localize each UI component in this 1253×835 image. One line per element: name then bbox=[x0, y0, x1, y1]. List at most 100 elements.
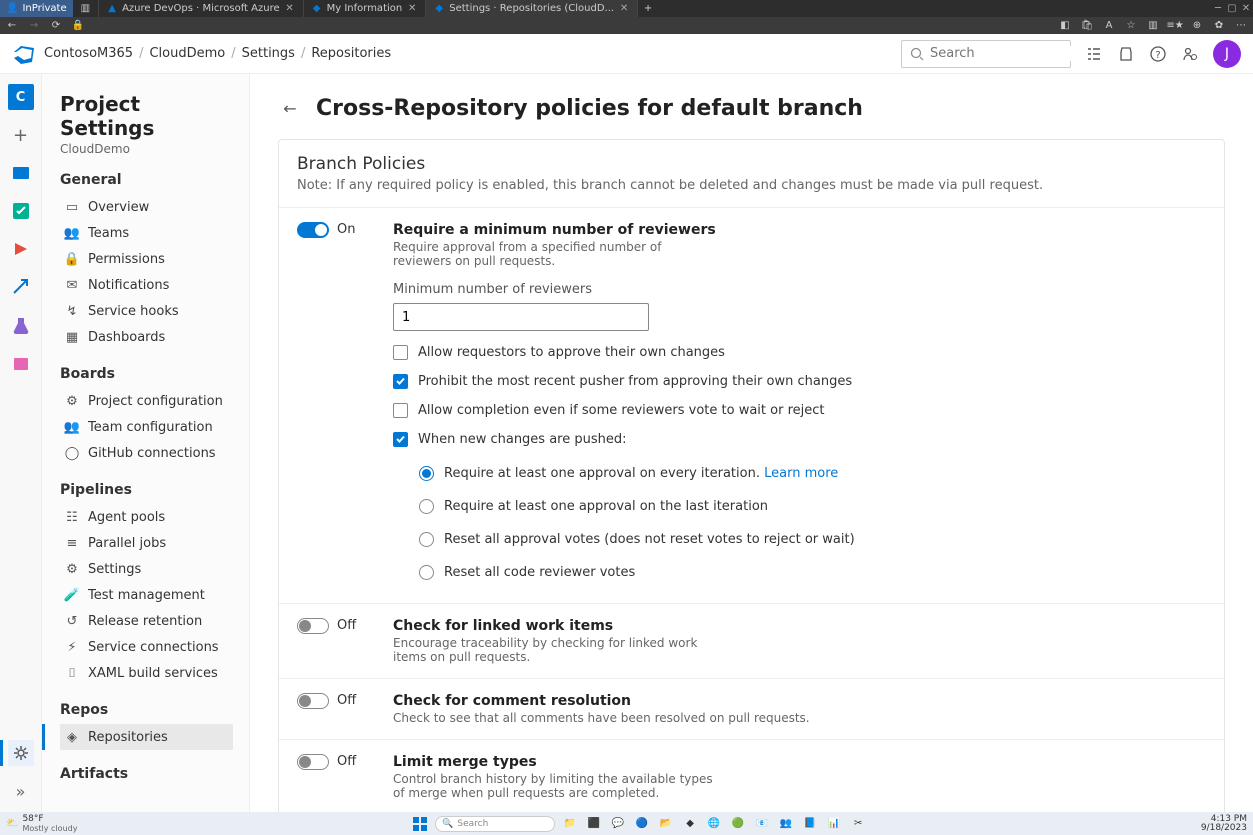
task-icon[interactable]: ✂ bbox=[849, 815, 867, 833]
expand-icon[interactable]: » bbox=[8, 778, 34, 804]
start-button[interactable] bbox=[411, 815, 429, 833]
text-size-icon[interactable]: A bbox=[1103, 20, 1115, 32]
sidebar-item-github[interactable]: ◯GitHub connections bbox=[60, 440, 233, 466]
task-icon[interactable]: ⬛ bbox=[585, 815, 603, 833]
browser-tab-2[interactable]: ◆ My Information ✕ bbox=[304, 0, 427, 17]
devops-logo-icon[interactable] bbox=[12, 42, 36, 66]
pipelines-icon[interactable] bbox=[8, 274, 34, 300]
browser-tab-3[interactable]: ◆ Settings · Repositories (CloudD... ✕ bbox=[426, 0, 638, 17]
radio-reset-all[interactable]: Reset all code reviewer votes bbox=[419, 556, 1206, 589]
task-icon[interactable]: ◆ bbox=[681, 815, 699, 833]
cart-icon[interactable]: 🛍 bbox=[1081, 20, 1093, 32]
breadcrumb-settings[interactable]: Settings bbox=[242, 46, 295, 61]
extension-icon[interactable]: ✿ bbox=[1213, 20, 1225, 32]
minimize-button[interactable]: ─ bbox=[1211, 0, 1225, 17]
radio-last-iteration[interactable]: Require at least one approval on the las… bbox=[419, 490, 1206, 523]
sidebar-item-teams[interactable]: 👥Teams bbox=[60, 220, 233, 246]
tabs-button[interactable]: ▥ bbox=[73, 0, 99, 17]
toggle-linked-items[interactable] bbox=[297, 618, 329, 634]
sidebar-item-team-config[interactable]: 👥Team configuration bbox=[60, 414, 233, 440]
sidebar-item-overview[interactable]: ▭Overview bbox=[60, 194, 233, 220]
overview-icon[interactable] bbox=[8, 160, 34, 186]
back-button[interactable]: ← bbox=[278, 97, 302, 121]
maximize-button[interactable]: ▢ bbox=[1225, 0, 1239, 17]
marketplace-icon[interactable] bbox=[1117, 45, 1135, 63]
star-icon[interactable]: ☆ bbox=[1125, 20, 1137, 32]
sidebar-item-parallel-jobs[interactable]: ≡Parallel jobs bbox=[60, 530, 233, 556]
settings-title: Project Settings bbox=[60, 92, 233, 140]
task-icon[interactable]: 📁 bbox=[561, 815, 579, 833]
task-icon[interactable]: 👥 bbox=[777, 815, 795, 833]
search-box[interactable] bbox=[901, 40, 1071, 68]
task-icon[interactable]: 📂 bbox=[657, 815, 675, 833]
breadcrumb-repos[interactable]: Repositories bbox=[311, 46, 391, 61]
check-allow-requestors[interactable]: Allow requestors to approve their own ch… bbox=[393, 345, 1206, 360]
sidebar-item-repositories[interactable]: ◈Repositories bbox=[60, 724, 233, 750]
breadcrumb-org[interactable]: ContosoM365 bbox=[44, 46, 133, 61]
check-prohibit-pusher[interactable]: Prohibit the most recent pusher from app… bbox=[393, 374, 1206, 389]
sidebar-item-permissions[interactable]: 🔒Permissions bbox=[60, 246, 233, 272]
task-icon[interactable]: 💬 bbox=[609, 815, 627, 833]
project-settings-icon[interactable] bbox=[8, 740, 34, 766]
sidebar-item-service-conn[interactable]: ⚡Service connections bbox=[60, 634, 233, 660]
task-icon[interactable]: 🌐 bbox=[705, 815, 723, 833]
toggle-merge-types[interactable] bbox=[297, 754, 329, 770]
check-new-changes[interactable]: When new changes are pushed: bbox=[393, 432, 1206, 447]
help-icon[interactable]: ? bbox=[1149, 45, 1167, 63]
back-icon[interactable]: ← bbox=[6, 20, 18, 32]
check-allow-completion[interactable]: Allow completion even if some reviewers … bbox=[393, 403, 1206, 418]
forward-icon[interactable]: → bbox=[28, 20, 40, 32]
taskbar-search[interactable]: 🔍Search bbox=[435, 816, 555, 832]
sidebar-item-servicehooks[interactable]: ↯Service hooks bbox=[60, 298, 233, 324]
sidebar-item-notifications[interactable]: ✉Notifications bbox=[60, 272, 233, 298]
collections-icon[interactable]: ⊕ bbox=[1191, 20, 1203, 32]
task-icon[interactable]: 🔵 bbox=[633, 815, 651, 833]
hook-icon: ↯ bbox=[64, 303, 80, 319]
sidebar-item-agent-pools[interactable]: ☷Agent pools bbox=[60, 504, 233, 530]
toggle-min-reviewers[interactable] bbox=[297, 222, 329, 238]
policy-desc: Check to see that all comments have been… bbox=[393, 711, 1206, 725]
sidebar-item-xaml[interactable]: ⌷XAML build services bbox=[60, 660, 233, 686]
work-items-icon[interactable] bbox=[1085, 45, 1103, 63]
sidebar-item-pipeline-settings[interactable]: ⚙Settings bbox=[60, 556, 233, 582]
lock-icon[interactable]: 🔒 bbox=[72, 20, 84, 32]
sidebar-item-project-config[interactable]: ⚙Project configuration bbox=[60, 388, 233, 414]
artifacts-icon[interactable] bbox=[8, 350, 34, 376]
toggle-comment-res[interactable] bbox=[297, 693, 329, 709]
project-tile[interactable]: C bbox=[8, 84, 34, 110]
close-icon[interactable]: ✕ bbox=[619, 4, 629, 14]
sidebar-item-test-mgmt[interactable]: 🧪Test management bbox=[60, 582, 233, 608]
close-icon[interactable]: ✕ bbox=[407, 4, 417, 14]
task-icon[interactable]: 📊 bbox=[825, 815, 843, 833]
user-settings-icon[interactable] bbox=[1181, 45, 1199, 63]
task-icon[interactable]: 🟢 bbox=[729, 815, 747, 833]
menu-icon[interactable]: ⋯ bbox=[1235, 20, 1247, 32]
sidebar-item-dashboards[interactable]: ▦Dashboards bbox=[60, 324, 233, 350]
toggle-state: Off bbox=[337, 618, 356, 633]
reader-icon[interactable]: ◧ bbox=[1059, 20, 1071, 32]
avatar[interactable]: J bbox=[1213, 40, 1241, 68]
search-input[interactable] bbox=[930, 46, 1100, 61]
split-icon[interactable]: ▥ bbox=[1147, 20, 1159, 32]
learn-more-link[interactable]: Learn more bbox=[764, 466, 838, 481]
radio-every-iteration[interactable]: Require at least one approval on every i… bbox=[419, 457, 1206, 490]
repos-icon[interactable] bbox=[8, 236, 34, 262]
task-icon[interactable]: 📘 bbox=[801, 815, 819, 833]
close-window-button[interactable]: ✕ bbox=[1239, 0, 1253, 17]
boards-icon[interactable] bbox=[8, 198, 34, 224]
close-icon[interactable]: ✕ bbox=[285, 4, 295, 14]
sidebar-item-release-retention[interactable]: ↺Release retention bbox=[60, 608, 233, 634]
task-icon[interactable]: 📧 bbox=[753, 815, 771, 833]
policy-title: Check for comment resolution bbox=[393, 693, 1206, 709]
browser-tab-1[interactable]: ▲ Azure DevOps · Microsoft Azure ✕ bbox=[99, 0, 304, 17]
min-reviewers-input[interactable] bbox=[393, 303, 649, 331]
favorites-icon[interactable]: ≡★ bbox=[1169, 20, 1181, 32]
weather-widget[interactable]: ⛅ 58°F Mostly cloudy bbox=[6, 814, 77, 833]
new-tab-button[interactable]: + bbox=[638, 0, 658, 17]
test-plans-icon[interactable] bbox=[8, 312, 34, 338]
radio-reset-approval[interactable]: Reset all approval votes (does not reset… bbox=[419, 523, 1206, 556]
add-button[interactable]: + bbox=[8, 122, 34, 148]
refresh-icon[interactable]: ⟳ bbox=[50, 20, 62, 32]
taskbar-clock[interactable]: 4:13 PM 9/18/2023 bbox=[1201, 815, 1247, 833]
breadcrumb-project[interactable]: CloudDemo bbox=[149, 46, 225, 61]
